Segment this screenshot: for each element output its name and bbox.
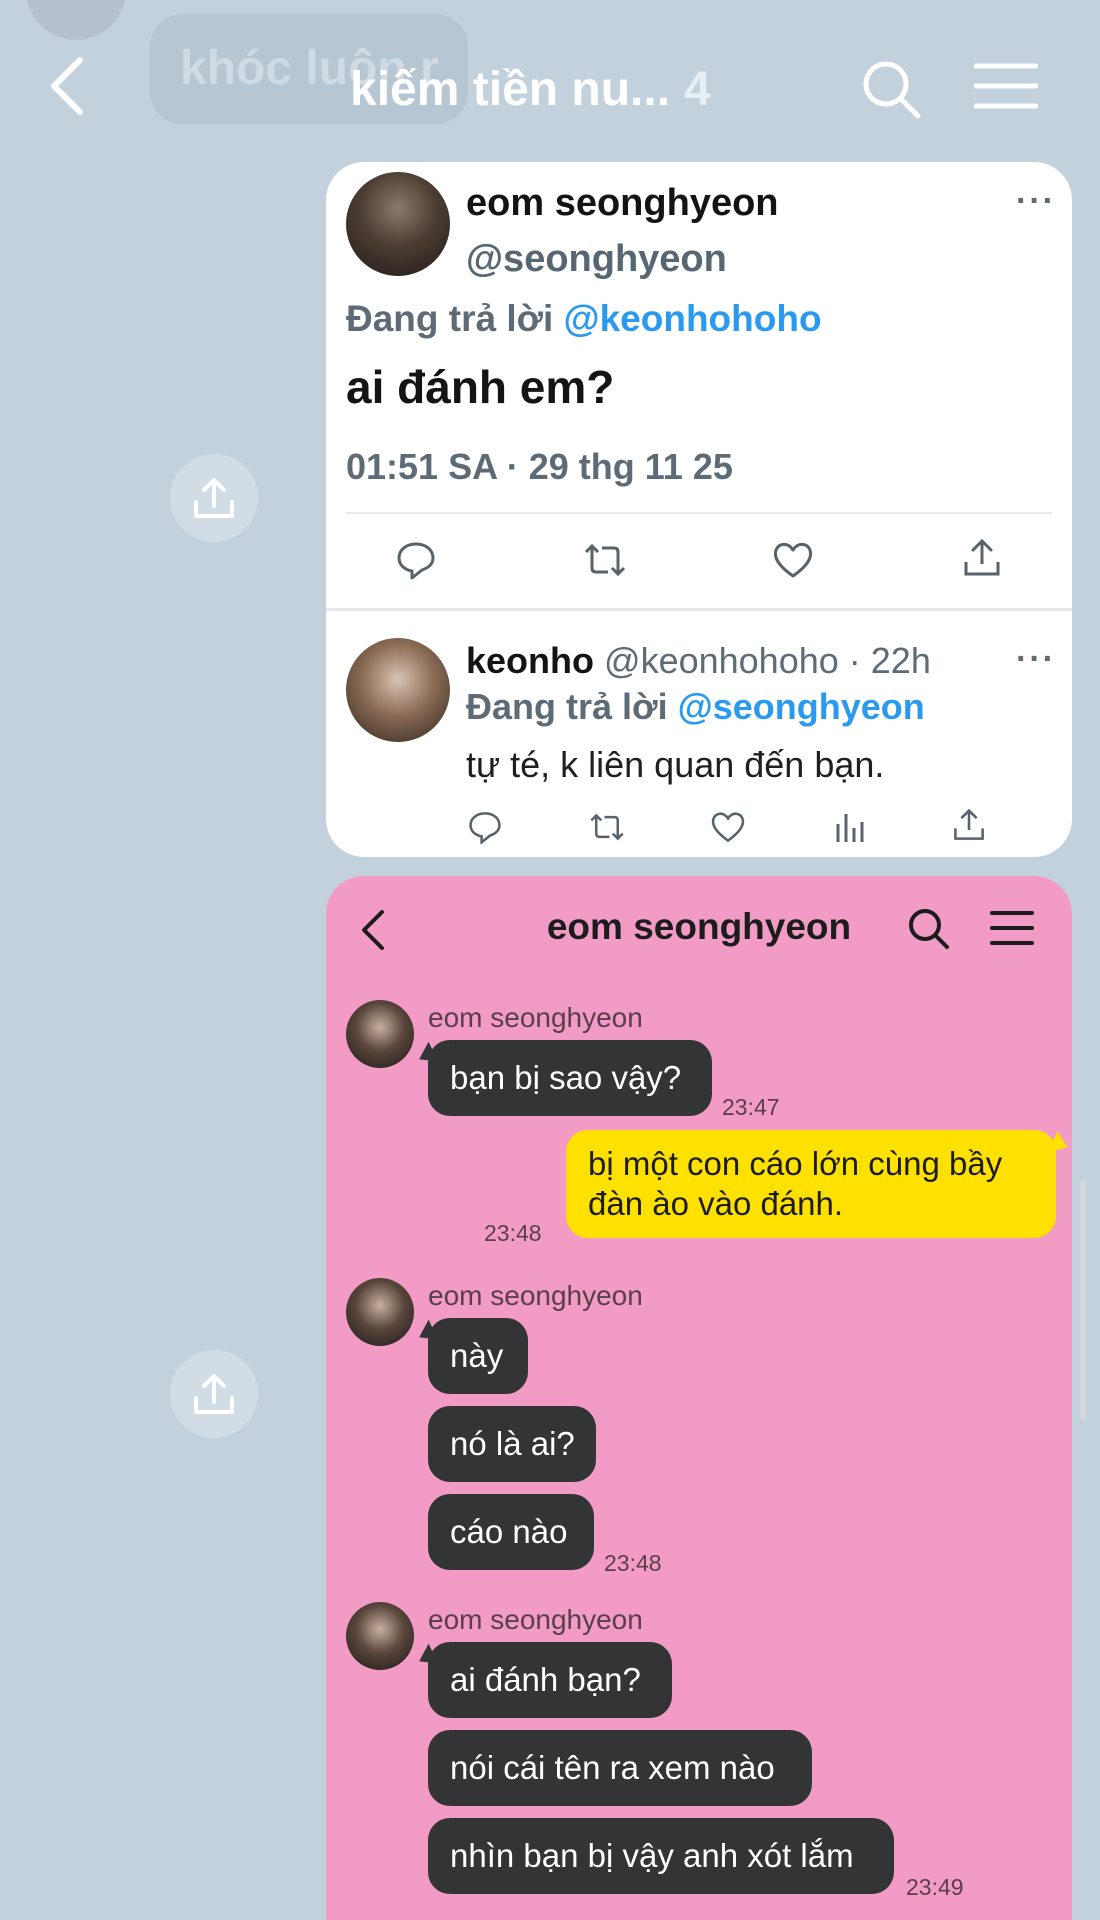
retweet-icon[interactable] — [588, 810, 626, 849]
chat-inner-title: eom seonghyeon — [546, 906, 852, 947]
tweet-timestamp: 01:51 SA · 29 thg 11 25 — [346, 446, 733, 487]
chat-title: kiếm tiền nu... 4 — [350, 62, 711, 117]
avatar[interactable] — [346, 1278, 414, 1346]
analytics-icon[interactable] — [834, 810, 866, 849]
like-icon[interactable] — [710, 810, 746, 849]
message-bubble[interactable]: cáo nào — [428, 1494, 594, 1570]
sender-name: eom seonghyeon — [428, 1280, 643, 1311]
share-icon[interactable] — [952, 808, 986, 847]
tweet-more-button[interactable]: ··· — [1016, 182, 1056, 221]
member-count: 4 — [684, 63, 711, 116]
tweet-text: ai đánh em? — [346, 361, 615, 413]
reply-prefix: Đang trả lời — [466, 686, 668, 727]
own-message-bubble[interactable]: bị một con cáo lớn cùng bầy đàn ào vào đ… — [566, 1130, 1056, 1238]
menu-icon[interactable] — [974, 62, 1038, 110]
divider — [346, 512, 1052, 514]
ghost-avatar — [26, 0, 126, 40]
search-icon[interactable] — [906, 906, 950, 955]
message-time: 23:49 — [906, 1874, 964, 1900]
reply-more-button[interactable]: ··· — [1016, 640, 1056, 679]
reply-author-avatar[interactable] — [346, 638, 450, 742]
reply-header: keonho @keonhohoho · 22h — [466, 640, 931, 682]
avatar[interactable] — [346, 1602, 414, 1670]
reply-prefix: Đang trả lời — [346, 298, 554, 339]
reply-context: Đang trả lời @seonghyeon — [466, 686, 925, 728]
reply-author-name[interactable]: keonho — [466, 640, 594, 681]
reply-icon[interactable] — [396, 540, 436, 585]
sender-name: eom seonghyeon — [428, 1002, 643, 1033]
tweet-author-avatar[interactable] — [346, 172, 450, 276]
like-icon[interactable] — [772, 540, 814, 585]
reply-mention[interactable]: @keonhohoho — [564, 298, 822, 339]
share-icon — [194, 1374, 234, 1414]
menu-icon[interactable] — [990, 910, 1034, 951]
search-icon[interactable] — [860, 58, 922, 120]
reply-age: · 22h — [848, 640, 931, 681]
message-time: 23:48 — [604, 1550, 662, 1576]
message-bubble[interactable]: bạn bị sao vậy? — [428, 1040, 712, 1116]
message-bubble[interactable]: nhìn bạn bị vậy anh xót lắm — [428, 1818, 894, 1894]
reply-mention[interactable]: @seonghyeon — [678, 686, 925, 727]
message-bubble[interactable]: nói cái tên ra xem nào — [428, 1730, 812, 1806]
back-icon[interactable] — [48, 56, 88, 116]
reply-author-handle[interactable]: @keonhohoho — [604, 640, 839, 681]
sender-name: eom seonghyeon — [428, 1604, 643, 1635]
message-bubble[interactable]: này — [428, 1318, 528, 1394]
message-time: 23:47 — [722, 1094, 780, 1120]
message-bubble[interactable]: ai đánh bạn? — [428, 1642, 672, 1718]
share-icon[interactable] — [962, 538, 1002, 583]
share-button-1[interactable] — [170, 454, 258, 542]
reply-text: tự té, k liên quan đến bạn. — [466, 744, 885, 785]
message-bubble[interactable]: nó là ai? — [428, 1406, 596, 1482]
retweet-icon[interactable] — [582, 540, 628, 585]
chat-card[interactable]: eom seonghyeon eom seonghyeon bạn bị sao… — [326, 876, 1072, 1920]
avatar[interactable] — [346, 1000, 414, 1068]
chat-title-text: kiếm tiền nu... — [350, 63, 671, 116]
scrollbar[interactable] — [1080, 1180, 1086, 1420]
reply-icon[interactable] — [468, 810, 502, 849]
share-button-2[interactable] — [170, 1350, 258, 1438]
tweet-card[interactable]: eom seonghyeon @seonghyeon ··· Đang trả … — [326, 162, 1072, 857]
share-icon — [194, 478, 234, 518]
tweet-author-name[interactable]: eom seonghyeon — [466, 182, 779, 225]
divider — [326, 608, 1072, 611]
tweet-author-handle[interactable]: @seonghyeon — [466, 238, 727, 281]
message-time: 23:48 — [484, 1220, 542, 1246]
tweet-reply-context: Đang trả lời @keonhohoho — [346, 298, 822, 340]
